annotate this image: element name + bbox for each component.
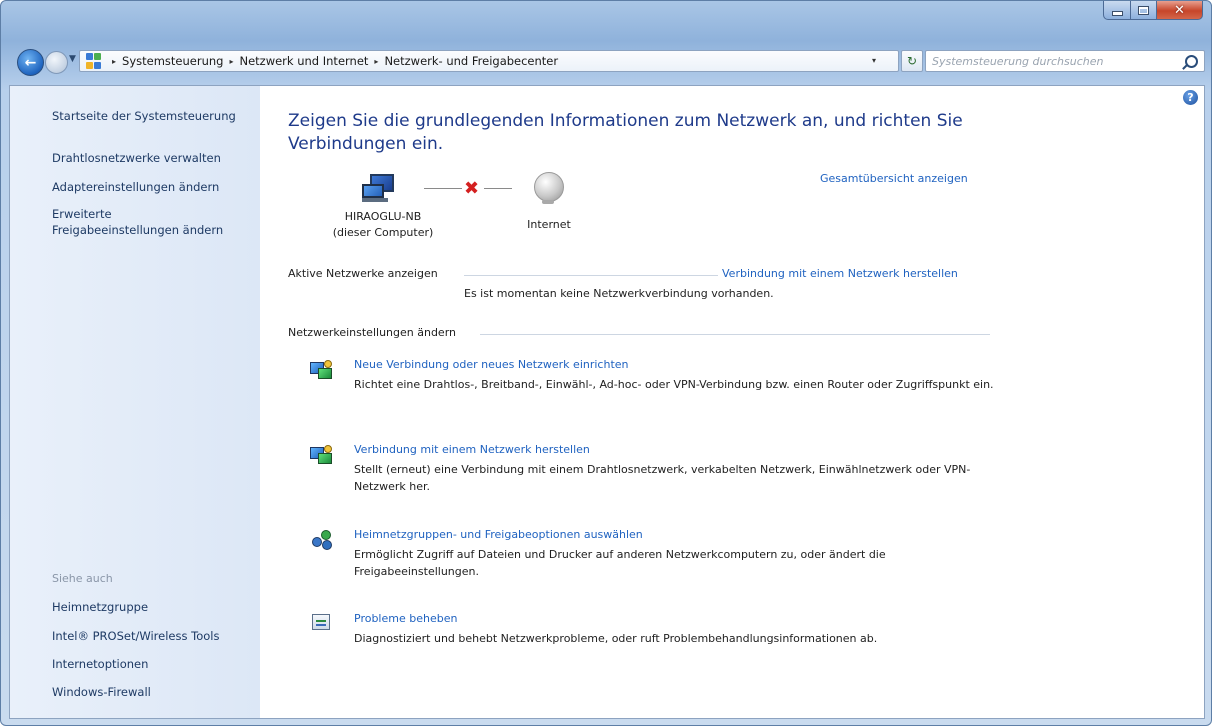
breadcrumb-separator[interactable]: ▸ — [223, 57, 239, 66]
network-map: ✖ HIRAOGLU-NB (dieser Computer) Internet — [288, 156, 688, 246]
active-networks-heading: Aktive Netzwerke anzeigen — [288, 267, 438, 280]
computer-label: HIRAOGLU-NB (dieser Computer) — [328, 209, 438, 241]
network-setup-icon — [310, 358, 332, 380]
recent-pages-dropdown[interactable]: ▼ — [69, 54, 76, 64]
refresh-button[interactable]: ↻ — [901, 50, 923, 72]
see-also-homegroup[interactable]: Heimnetzgruppe — [52, 599, 148, 615]
sidebar-link-sharing[interactable]: Erweiterte Freigabeeinstellungen ändern — [52, 206, 242, 238]
sidebar-link-adapter[interactable]: Adaptereinstellungen ändern — [52, 179, 219, 195]
help-icon[interactable]: ? — [1183, 90, 1198, 105]
maximize-button[interactable] — [1131, 1, 1157, 20]
window-frame: ✕ ← ▼ ▸ Systemsteuerung ▸ Netzwerk und I… — [0, 0, 1212, 726]
breadcrumb-separator[interactable]: ▸ — [106, 57, 122, 66]
internet-globe-icon[interactable] — [534, 172, 564, 202]
search-icon[interactable] — [1185, 55, 1198, 68]
back-button[interactable]: ← — [17, 49, 44, 76]
close-button[interactable]: ✕ — [1157, 1, 1203, 20]
network-connect-icon — [310, 443, 332, 465]
sidebar: Startseite der Systemsteuerung Drahtlosn… — [10, 86, 260, 718]
content-area: Startseite der Systemsteuerung Drahtlosn… — [9, 85, 1205, 719]
see-also-firewall[interactable]: Windows-Firewall — [52, 684, 151, 700]
address-bar[interactable]: ▸ Systemsteuerung ▸ Netzwerk und Interne… — [79, 50, 899, 72]
minimize-button[interactable] — [1103, 1, 1131, 20]
caption-buttons: ✕ — [1103, 1, 1203, 21]
task-description: Richtet eine Drahtlos-, Breitband-, Einw… — [354, 378, 994, 391]
sidebar-home-link[interactable]: Startseite der Systemsteuerung — [52, 108, 236, 124]
disconnected-x-icon: ✖ — [464, 178, 480, 199]
maximize-icon — [1138, 5, 1149, 15]
sidebar-link-wireless[interactable]: Drahtlosnetzwerke verwalten — [52, 150, 221, 166]
internet-label: Internet — [527, 218, 571, 231]
computer-subtitle: (dieser Computer) — [332, 226, 434, 239]
computer-icon[interactable] — [362, 174, 396, 202]
breadcrumb-systemsteuerung[interactable]: Systemsteuerung — [122, 54, 223, 68]
task-new-connection: Neue Verbindung oder neues Netzwerk einr… — [310, 358, 1010, 391]
search-input[interactable] — [926, 53, 1174, 69]
breadcrumb-separator[interactable]: ▸ — [368, 57, 384, 66]
see-also-internet-options[interactable]: Internetoptionen — [52, 656, 148, 672]
see-also-proset[interactable]: Intel® PROSet/Wireless Tools — [52, 628, 219, 644]
breadcrumb-netzwerk-und-internet[interactable]: Netzwerk und Internet — [239, 54, 368, 68]
arrow-left-icon: ← — [24, 54, 37, 71]
navigation-bar: ← ▼ ▸ Systemsteuerung ▸ Netzwerk und Int… — [9, 45, 1205, 77]
search-box[interactable] — [925, 50, 1205, 72]
task-link[interactable]: Heimnetzgruppen- und Freigabeoptionen au… — [354, 528, 643, 541]
homegroup-icon — [310, 528, 332, 550]
task-description: Diagnostiziert und behebt Netzwerkproble… — [354, 632, 878, 645]
task-description: Ermöglicht Zugriff auf Dateien und Druck… — [354, 548, 886, 578]
connection-line — [424, 188, 462, 189]
control-panel-icon — [86, 53, 102, 69]
full-map-link[interactable]: Gesamtübersicht anzeigen — [820, 172, 968, 185]
task-link[interactable]: Probleme beheben — [354, 612, 457, 625]
computer-name: HIRAOGLU-NB — [344, 210, 422, 223]
address-dropdown-icon[interactable]: ▾ — [872, 56, 876, 65]
no-connection-status: Es ist momentan keine Netzwerkverbindung… — [464, 287, 774, 300]
forward-button[interactable] — [45, 51, 68, 74]
see-also-heading: Siehe auch — [52, 572, 113, 585]
troubleshoot-icon — [310, 612, 332, 634]
task-description: Stellt (erneut) eine Verbindung mit eine… — [354, 463, 971, 493]
page-title: Zeigen Sie die grundlegenden Information… — [288, 111, 963, 154]
globe-stand — [542, 200, 554, 204]
task-link[interactable]: Verbindung mit einem Netzwerk herstellen — [354, 443, 590, 456]
connection-line — [484, 188, 512, 189]
divider — [480, 334, 990, 335]
connect-network-link[interactable]: Verbindung mit einem Netzwerk herstellen — [722, 267, 958, 280]
refresh-icon: ↻ — [906, 54, 918, 68]
divider — [464, 275, 718, 276]
task-link[interactable]: Neue Verbindung oder neues Netzwerk einr… — [354, 358, 629, 371]
breadcrumb-freigabecenter[interactable]: Netzwerk- und Freigabecenter — [384, 54, 558, 68]
minimize-icon — [1111, 10, 1123, 16]
settings-heading: Netzwerkeinstellungen ändern — [288, 326, 456, 339]
close-icon: ✕ — [1174, 2, 1185, 18]
task-connect-network: Verbindung mit einem Netzwerk herstellen… — [310, 443, 1010, 493]
